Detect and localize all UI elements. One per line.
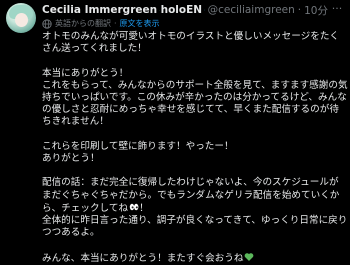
show-original-link[interactable]: 原文を表示 xyxy=(120,18,160,29)
body-text-closing: みんな、本当にありがとう！またすぐ会おうね xyxy=(42,252,244,264)
author-avatar[interactable] xyxy=(6,3,36,33)
body-paragraph-7: 全体的に昨日言った通り、調子が良くなってきて、ゆっくり日常に戻りつつあるよ。 xyxy=(42,215,348,239)
post-header: Cecilia Immergreen holoEN @ceciliaimgree… xyxy=(42,2,328,18)
body-paragraph-3: これをもらって、みんなからのサポート全般を見て、ますます感謝の気持ちでいっぱいで… xyxy=(42,79,348,128)
body-paragraph-1: オトモのみんなが可愛いオトモのイラストと優しいメッセージをたくさん送ってくれまし… xyxy=(42,31,340,55)
body-text-stream-note: 配信の話：まだ完全に復帰したわけじゃないよ、今のスケジュールがまだぐちゃぐちゃだ… xyxy=(42,177,340,214)
more-options-button[interactable]: ··· xyxy=(330,2,344,16)
translation-separator: · xyxy=(114,19,117,28)
body-paragraph-4: これらを印刷して壁に飾ります！やったー！ xyxy=(42,140,234,152)
globe-icon xyxy=(42,18,52,29)
translation-bar: 英語からの翻訳 · 原文を表示 xyxy=(42,17,160,30)
translation-label: 英語からの翻訳 xyxy=(55,19,111,28)
avatar-face xyxy=(15,13,28,27)
eyes-emoji-icon xyxy=(129,203,139,210)
body-text-exclaim: ！ xyxy=(139,202,149,214)
post-body: オトモのみんなが可愛いオトモのイラストと優しいメッセージをたくさん送ってくれまし… xyxy=(42,31,348,265)
green-heart-emoji-icon xyxy=(159,9,160,11)
body-paragraph-6: 配信の話：まだ完全に復帰したわけじゃないよ、今のスケジュールがまだぐちゃぐちゃだ… xyxy=(42,177,348,215)
author-handle[interactable]: @ceciliaimgreen xyxy=(208,4,295,16)
post-time[interactable]: 10分 xyxy=(304,3,328,18)
author-org[interactable]: holoEN xyxy=(161,4,202,16)
verified-badge-icon xyxy=(204,9,205,11)
header-separator: · xyxy=(297,4,302,16)
author-name[interactable]: Cecilia Immergreen xyxy=(42,4,157,16)
body-paragraph-8: みんな、本当にありがとう！またすぐ会おうね xyxy=(42,252,348,265)
body-paragraph-2: 本当にありがとう！ xyxy=(42,67,129,79)
body-paragraph-5: ありがとう！ xyxy=(42,153,100,164)
green-heart-emoji-icon xyxy=(245,252,254,261)
